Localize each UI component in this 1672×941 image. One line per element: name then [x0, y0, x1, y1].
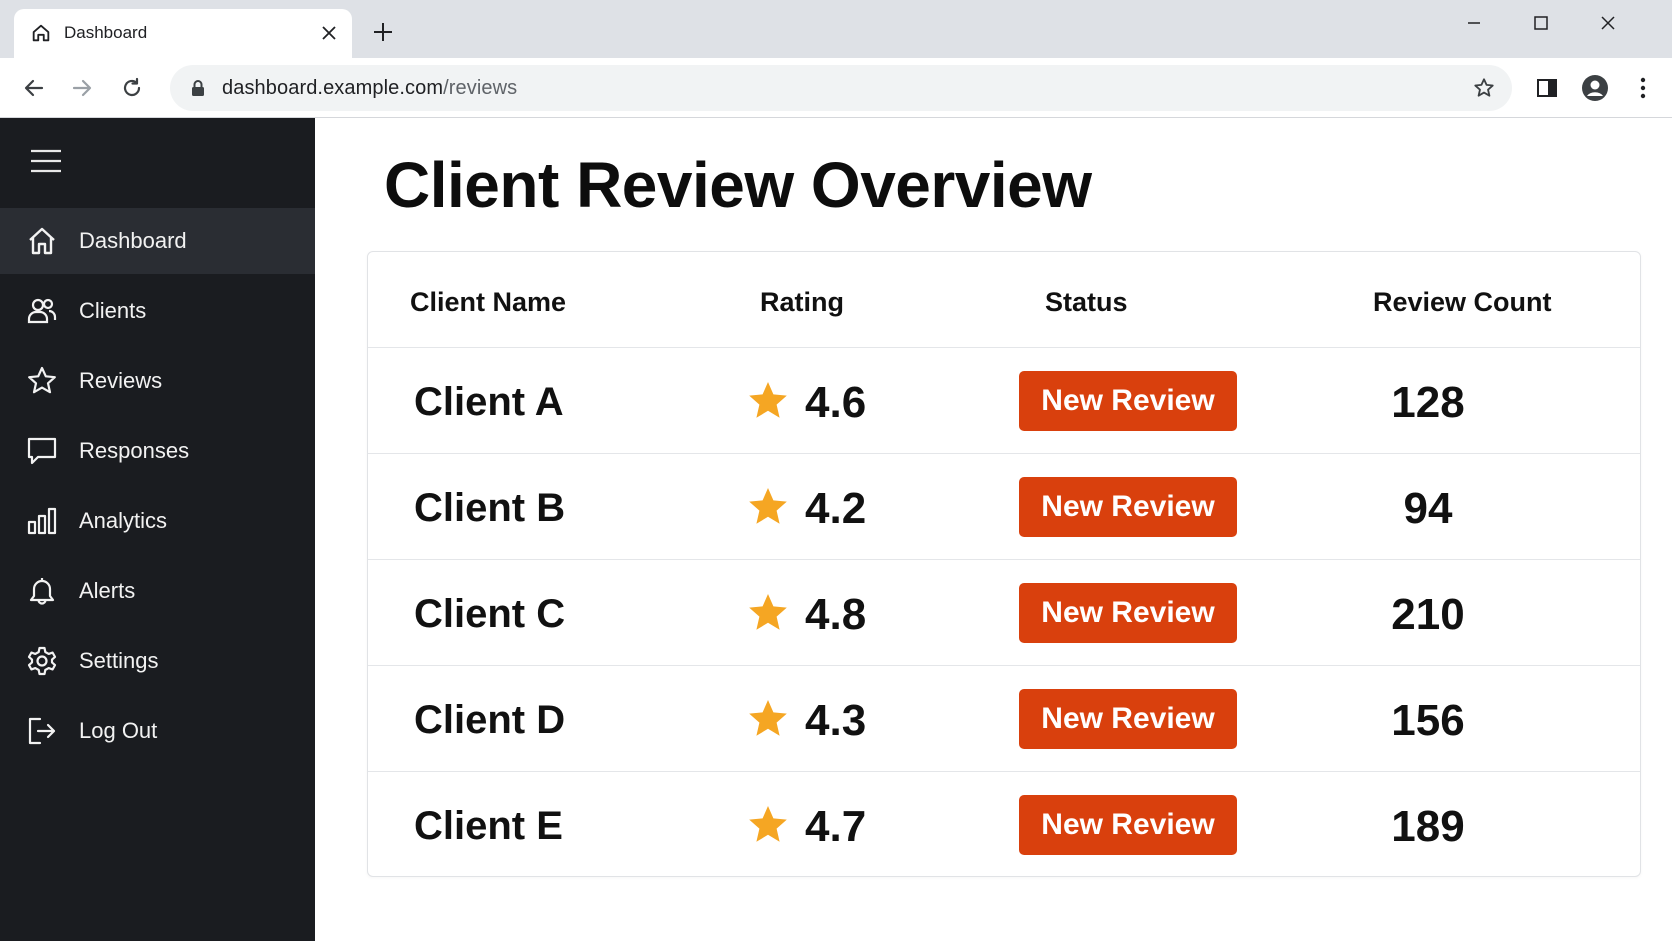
review-count: 94 [1403, 484, 1453, 533]
table-row[interactable]: Client E 4.7 New Review 189 [368, 772, 1640, 878]
sidebar-item-clients[interactable]: Clients [0, 278, 315, 344]
star-icon [749, 488, 787, 524]
status-badge[interactable]: New Review [1019, 371, 1237, 431]
url-path: /reviews [443, 77, 518, 99]
client-name: Client A [414, 380, 564, 424]
star-outline-icon [28, 366, 56, 394]
forward-arrow-icon[interactable] [66, 72, 98, 104]
sidebar-item-label: Settings [79, 648, 159, 673]
close-window-icon[interactable] [1588, 8, 1628, 38]
review-count: 156 [1391, 696, 1465, 745]
status-badge[interactable]: New Review [1019, 689, 1237, 749]
sidebar-item-label: Dashboard [79, 228, 187, 253]
minimize-icon[interactable] [1454, 8, 1494, 38]
url-text: dashboard.example.com/reviews [222, 77, 517, 100]
star-icon [749, 382, 787, 418]
sidebar: Dashboard Clients Reviews Responses Anal… [0, 118, 315, 941]
sidebar-item-label: Analytics [79, 508, 168, 533]
star-icon [749, 594, 787, 630]
browser-menu-icon[interactable] [1627, 72, 1659, 104]
address-bar[interactable]: dashboard.example.com/reviews [170, 65, 1512, 111]
side-panel-icon[interactable] [1531, 72, 1563, 104]
table-header: Client Name Rating Status Review Count [368, 252, 1640, 348]
hamburger-menu-icon[interactable] [30, 148, 62, 174]
back-arrow-icon[interactable] [18, 72, 50, 104]
browser-toolbar: dashboard.example.com/reviews [0, 58, 1672, 118]
new-tab-icon[interactable] [369, 18, 397, 46]
status-badge[interactable]: New Review [1019, 583, 1237, 643]
sidebar-item-alerts[interactable]: Alerts [0, 558, 315, 624]
users-icon [27, 298, 57, 324]
sidebar-item-dashboard[interactable]: Dashboard [0, 208, 315, 274]
review-count: 128 [1391, 378, 1465, 427]
table-row[interactable]: Client B 4.2 New Review 94 [368, 454, 1640, 560]
table-row[interactable]: Client C 4.8 New Review 210 [368, 560, 1640, 666]
close-tab-icon[interactable] [316, 20, 342, 46]
client-name: Client C [414, 592, 566, 636]
client-name: Client E [414, 804, 563, 848]
chat-bubble-icon [27, 437, 57, 465]
table-row[interactable]: Client D 4.3 New Review 156 [368, 666, 1640, 772]
rating-value: 4.3 [805, 696, 867, 745]
sidebar-item-label: Clients [79, 298, 147, 323]
sidebar-item-analytics[interactable]: Analytics [0, 488, 315, 554]
table-row[interactable]: Client A 4.6 New Review 128 [368, 348, 1640, 454]
column-header-rating: Rating [760, 287, 844, 317]
browser-tab[interactable]: Dashboard [14, 9, 352, 58]
column-header-client-name: Client Name [410, 287, 567, 317]
review-table: Client Name Rating Status Review Count C… [367, 251, 1641, 877]
bell-icon [29, 578, 55, 605]
sidebar-item-label: Responses [79, 438, 190, 463]
sidebar-item-reviews[interactable]: Reviews [0, 348, 315, 414]
url-host: dashboard.example.com [222, 77, 444, 99]
bookmark-star-icon[interactable] [1470, 74, 1498, 102]
status-badge[interactable]: New Review [1019, 477, 1237, 537]
lock-icon [192, 80, 204, 96]
client-name: Client D [414, 698, 566, 742]
review-count: 189 [1391, 802, 1465, 851]
browser-tab-strip: Dashboard [0, 0, 1672, 58]
status-badge[interactable]: New Review [1019, 795, 1237, 855]
sidebar-item-responses[interactable]: Responses [0, 418, 315, 484]
profile-avatar-icon[interactable] [1579, 72, 1611, 104]
logout-icon [28, 717, 56, 745]
tab-title: Dashboard [64, 23, 148, 42]
rating-value: 4.8 [805, 590, 867, 639]
client-name: Client B [414, 486, 566, 530]
review-count: 210 [1391, 590, 1465, 639]
gear-icon [27, 646, 57, 676]
column-header-status: Status [1045, 287, 1128, 317]
sidebar-item-settings[interactable]: Settings [0, 628, 315, 694]
reload-icon[interactable] [116, 72, 148, 104]
home-icon [32, 24, 50, 42]
rating-value: 4.6 [805, 378, 867, 427]
rating-value: 4.7 [805, 802, 867, 851]
home-icon [29, 227, 55, 255]
bar-chart-icon [27, 507, 57, 535]
sidebar-item-logout[interactable]: Log Out [0, 698, 315, 764]
column-header-review-count: Review Count [1373, 287, 1552, 317]
sidebar-item-label: Reviews [79, 368, 163, 393]
page-title: Client Review Overview [384, 149, 1092, 221]
maximize-icon[interactable] [1521, 8, 1561, 38]
sidebar-item-label: Log Out [79, 718, 158, 743]
star-icon [749, 806, 787, 842]
sidebar-item-label: Alerts [79, 578, 136, 603]
rating-value: 4.2 [805, 484, 867, 533]
star-icon [749, 700, 787, 736]
